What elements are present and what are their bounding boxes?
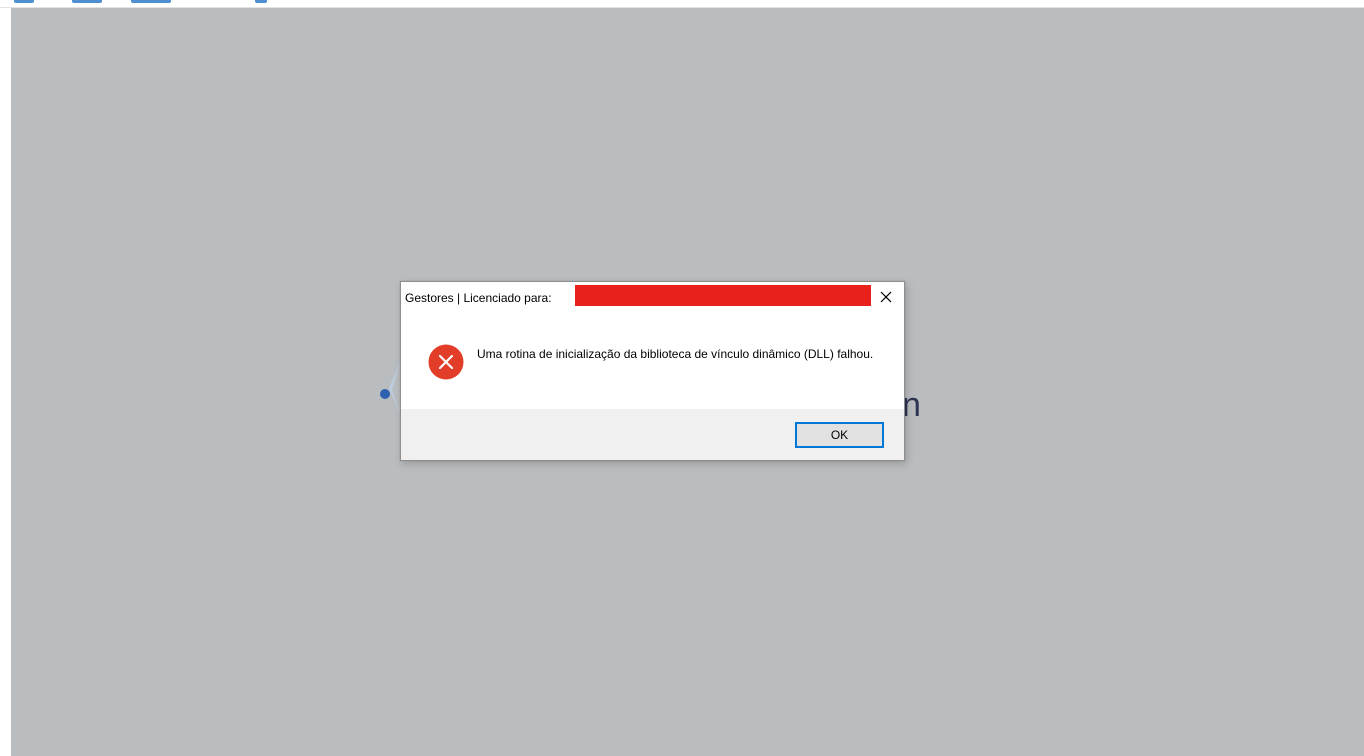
toolbar-icon[interactable] xyxy=(255,0,267,3)
left-window-edge xyxy=(0,8,11,756)
redacted-license-name xyxy=(575,285,871,306)
toolbar-icon[interactable] xyxy=(14,0,34,3)
top-toolbar-strip xyxy=(0,0,1364,8)
ok-button[interactable]: OK xyxy=(795,422,884,448)
error-message: Uma rotina de inicialização da bibliotec… xyxy=(477,347,874,361)
dialog-body: Uma rotina de inicialização da bibliotec… xyxy=(401,312,904,409)
dialog-titlebar[interactable]: Gestores | Licenciado para: xyxy=(401,282,904,312)
splash-logo-dot xyxy=(380,389,390,399)
close-icon xyxy=(880,291,892,303)
close-button[interactable] xyxy=(871,284,901,310)
dialog-title: Gestores | Licenciado para: xyxy=(405,291,552,305)
error-dialog: Gestores | Licenciado para: Uma rotina d… xyxy=(400,281,905,461)
toolbar-icon[interactable] xyxy=(131,0,171,3)
error-icon xyxy=(428,344,464,380)
toolbar-icon[interactable] xyxy=(72,0,102,3)
dialog-footer: OK xyxy=(401,409,904,460)
